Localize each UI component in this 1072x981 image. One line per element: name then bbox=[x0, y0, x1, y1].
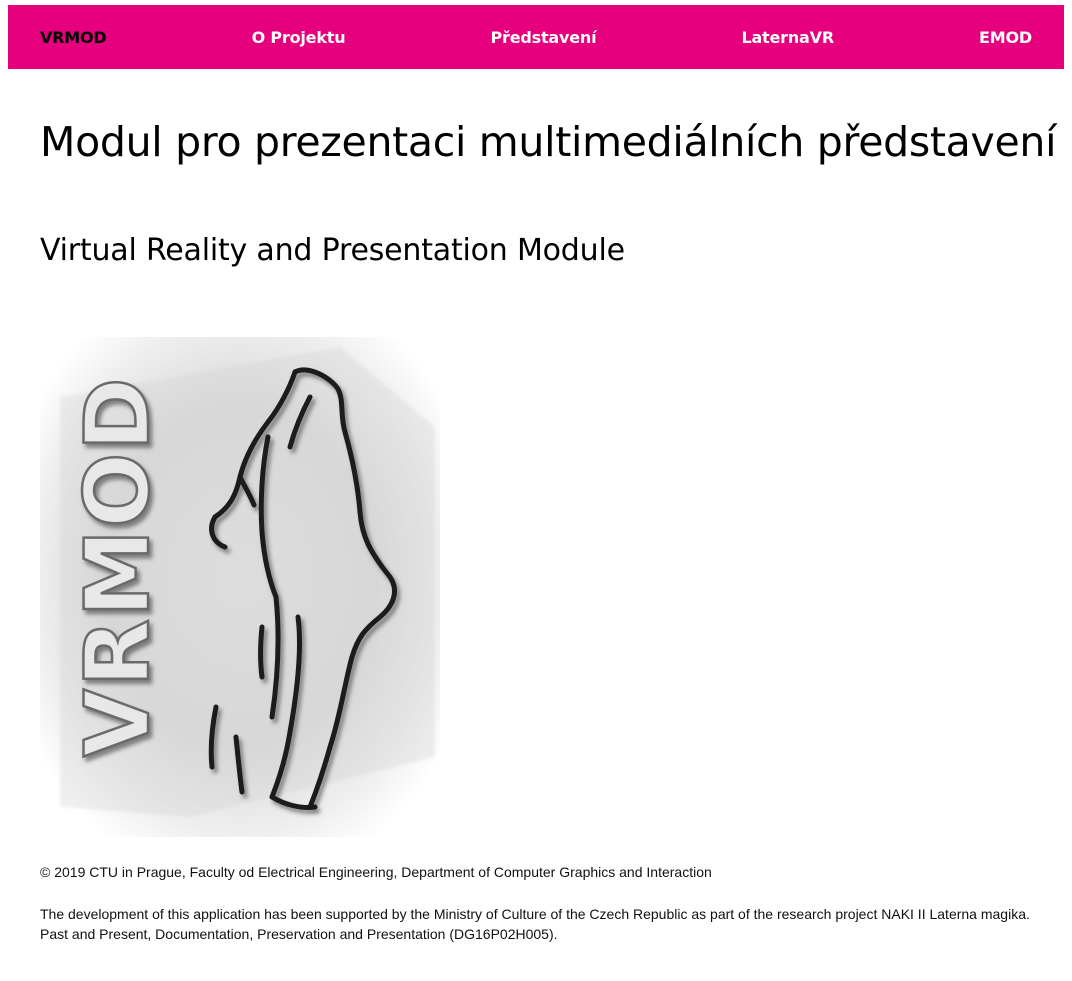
svg-text:VRMOD: VRMOD bbox=[66, 376, 169, 757]
nav-item-emod[interactable]: EMOD bbox=[979, 28, 1032, 47]
page-title: Modul pro prezentaci multimediálních pře… bbox=[40, 118, 1057, 166]
page-subtitle: Virtual Reality and Presentation Module bbox=[40, 233, 625, 268]
nav-brand-vrmod[interactable]: VRMOD bbox=[40, 28, 107, 47]
vrmod-logo-image: VRMOD bbox=[40, 337, 440, 837]
top-navbar: VRMOD O Projektu Představení LaternaVR E… bbox=[8, 5, 1064, 69]
logo-lettering: VRMOD bbox=[65, 374, 171, 758]
nav-item-predstaveni[interactable]: Představení bbox=[491, 28, 597, 47]
nav-item-o-projektu[interactable]: O Projektu bbox=[252, 28, 346, 47]
footer-support-notice: The development of this application has … bbox=[40, 906, 1030, 942]
footer-copyright: © 2019 CTU in Prague, Faculty od Electri… bbox=[40, 864, 712, 880]
nav-item-laternavr[interactable]: LaternaVR bbox=[741, 28, 834, 47]
